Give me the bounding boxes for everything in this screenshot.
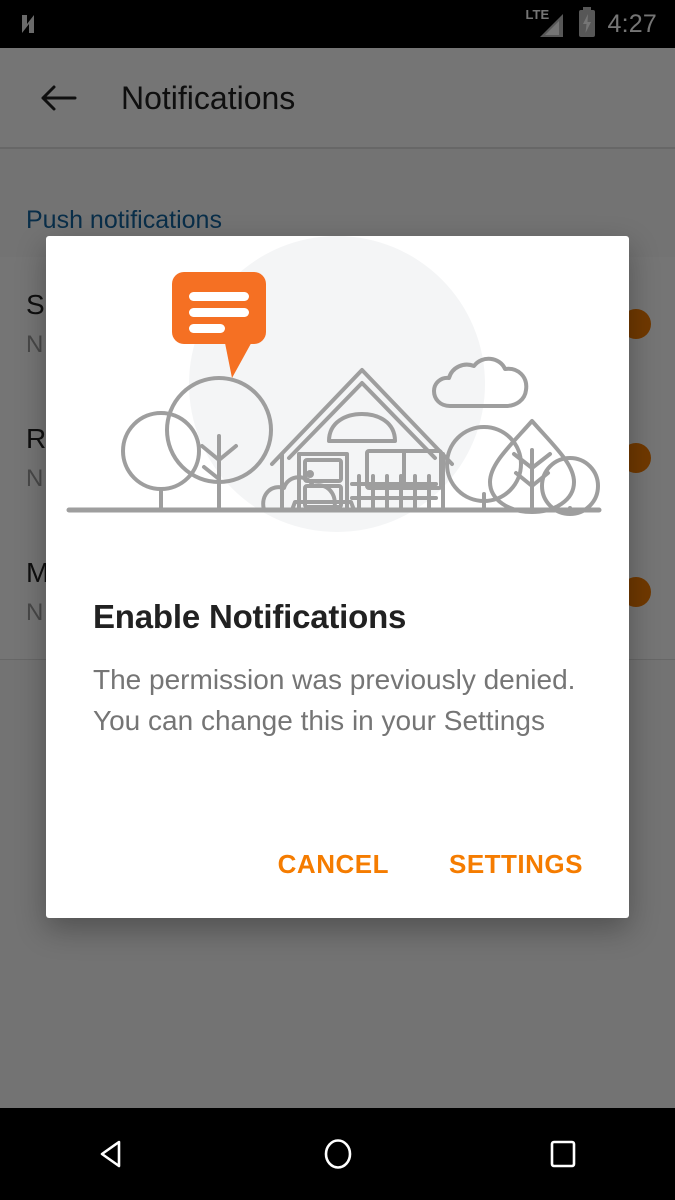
dialog-body-text: The permission was previously denied. Yo… <box>93 664 576 736</box>
nav-recents-square-icon[interactable] <box>508 1108 618 1200</box>
settings-button[interactable]: SETTINGS <box>429 835 603 894</box>
nav-home-circle-icon[interactable] <box>283 1108 393 1200</box>
phone-screen: LTE 4:27 <box>0 0 675 1200</box>
enable-notifications-dialog: Enable Notifications The permission was … <box>46 236 629 918</box>
dialog-actions: CANCEL SETTINGS <box>258 835 603 894</box>
android-navigation-bar <box>0 1108 675 1200</box>
cancel-button[interactable]: CANCEL <box>258 835 409 894</box>
nav-back-triangle-icon[interactable] <box>58 1108 168 1200</box>
dialog-title: Enable Notifications <box>93 598 407 635</box>
house-with-message-bubble-illustration <box>46 236 629 536</box>
